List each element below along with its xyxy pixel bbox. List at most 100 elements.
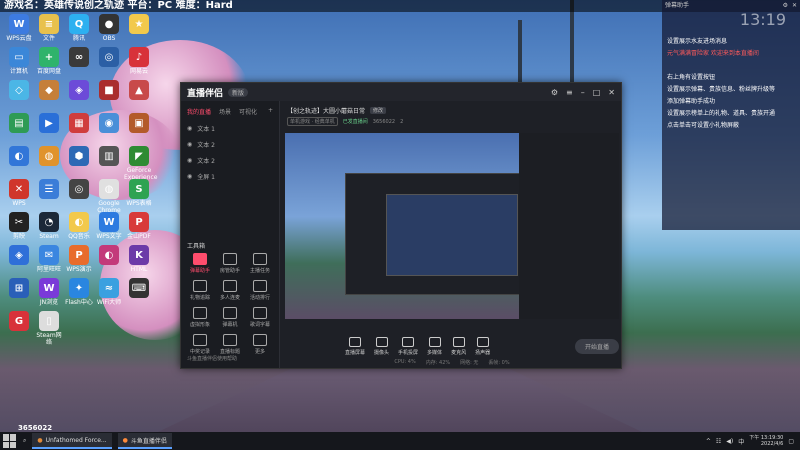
tool-danmaku[interactable]: 弹幕助手 [185, 253, 215, 274]
search-icon[interactable]: ⌕ [23, 437, 26, 445]
desktop-icon[interactable]: ◎ [94, 47, 124, 68]
tab-my-live[interactable]: 我的直播 [187, 107, 211, 116]
desktop-icon[interactable]: ✂ 剪映 [4, 212, 34, 240]
windows-start-icon[interactable] [3, 434, 17, 448]
desktop-icon[interactable]: ☰ [34, 179, 64, 200]
tool-avatar[interactable]: 虚拟形象 [185, 307, 215, 328]
desktop-icon[interactable]: ∞ [64, 47, 94, 68]
desktop-icon[interactable]: ◍ [34, 146, 64, 167]
desktop-icon[interactable]: W WPS云盘 [4, 14, 34, 42]
input-language[interactable]: 中 [738, 437, 744, 446]
desktop-icon[interactable]: ✉ 阿里旺旺 [34, 245, 64, 273]
visibility-icon[interactable]: ◉ [187, 157, 192, 164]
network-icon[interactable]: ☷ [716, 438, 721, 445]
desktop-icon[interactable]: ◎ [64, 179, 94, 200]
tray-expand-icon[interactable]: ^ [706, 438, 711, 445]
desktop-icon[interactable]: ◈ [4, 245, 34, 266]
tab-visual[interactable]: 可视化 [239, 107, 257, 116]
desktop-icon[interactable]: ≡ 文件 [34, 14, 64, 42]
visibility-icon[interactable]: ◉ [187, 173, 192, 180]
desktop-icon[interactable]: ▥ [94, 146, 124, 167]
desktop-icon[interactable]: ● OBS [94, 14, 124, 42]
panel-settings-icon[interactable]: ⚙ [783, 2, 788, 10]
tool-tasks[interactable]: 主播任务 [245, 253, 275, 274]
speaker-button[interactable]: 扬声器 [475, 336, 490, 356]
add-scene-icon[interactable]: + [268, 107, 273, 116]
desktop-icon[interactable]: ▭ 计算机 [4, 47, 34, 75]
tab-scenes[interactable]: 场景 [219, 107, 231, 116]
desktop-icon[interactable]: + 百度网盘 [34, 47, 64, 75]
scene-item[interactable]: ◉ 全屏 1 [181, 168, 279, 184]
streaming-app-window[interactable]: 直播伴侣 新版 ⚙ ≡ – □ ✕ 我的直播 场景 可视化 + ◉ 文本 1 ◉ 文… [180, 82, 622, 369]
desktop-icon[interactable]: ▶ [34, 113, 64, 134]
desktop-icon[interactable]: ▦ [64, 113, 94, 134]
desktop-icon[interactable]: Q 腾讯 [64, 14, 94, 42]
desktop-icon[interactable]: K HTML [124, 245, 154, 273]
desktop-icon[interactable]: ◈ [64, 80, 94, 101]
desktop-icon[interactable]: ◐ [94, 245, 124, 266]
tool-gift-track[interactable]: 礼物追踪 [185, 280, 215, 301]
volume-icon[interactable]: ◀) [726, 438, 733, 445]
scene-item[interactable]: ◉ 文本 2 [181, 136, 279, 152]
chat-preview-panel[interactable] [519, 133, 619, 319]
minimize-icon[interactable]: – [581, 88, 585, 97]
desktop-icon[interactable]: ◉ [94, 113, 124, 134]
media-button[interactable]: 多媒体 [427, 336, 442, 356]
microphone-button[interactable]: 麦克风 [451, 336, 466, 356]
desktop-icon[interactable]: ◤ GeForce Experience [124, 146, 157, 181]
panel-close-icon[interactable]: ✕ [792, 2, 797, 10]
taskbar-item-game[interactable]: ● Unfathomed Force... [32, 433, 112, 449]
desktop-icon[interactable]: ≈ WiFi大师 [94, 278, 124, 306]
tool-title[interactable]: 直播标题 [215, 334, 245, 355]
desktop-icon[interactable]: ◇ [4, 80, 34, 101]
menu-icon[interactable]: ≡ [566, 88, 573, 97]
category-tag[interactable]: 单机游戏 · 经典单机 [287, 117, 338, 126]
desktop-icon[interactable]: ▣ [124, 113, 154, 134]
desktop-icon[interactable]: W JN浏览 [34, 278, 64, 306]
desktop-icon[interactable]: ♪ 网易云 [124, 47, 154, 75]
start-live-button[interactable]: 开始直播 [574, 338, 619, 354]
desktop-icon[interactable]: ◆ [34, 80, 64, 101]
scene-item[interactable]: ◉ 文本 1 [181, 120, 279, 136]
phone-cast-button[interactable]: 手机投屏 [398, 336, 418, 356]
notification-icon[interactable]: ▢ [788, 438, 794, 445]
help-link[interactable]: 斗鱼直播伴侣使用帮助 [187, 355, 237, 362]
tool-lyrics[interactable]: 歌词字幕 [245, 307, 275, 328]
desktop-icon[interactable]: ■ [94, 80, 124, 101]
desktop-icon[interactable]: ⬢ [64, 146, 94, 167]
scene-item[interactable]: ◉ 文本 2 [181, 152, 279, 168]
desktop-icon[interactable]: ▲ [124, 80, 154, 101]
tool-admin[interactable]: 房管助手 [215, 253, 245, 274]
tool-lottery[interactable]: 中奖记录 [185, 334, 215, 355]
desktop-icon[interactable]: G [4, 311, 34, 332]
desktop-icon[interactable]: ⌨ [124, 278, 154, 299]
tool-danmaku-machine[interactable]: 弹幕机 [215, 307, 245, 328]
title-bar[interactable]: 直播伴侣 新版 ⚙ ≡ – □ ✕ [181, 83, 621, 101]
taskbar-clock[interactable]: 下午 13:19:30 2022/4/6 [749, 435, 783, 447]
camera-button[interactable]: 摄像头 [374, 336, 389, 356]
desktop-icon[interactable]: S WPS表格 [124, 179, 154, 207]
tool-ranking[interactable]: 活动排行 [245, 280, 275, 301]
edit-title-button[interactable]: 修改 [370, 107, 387, 114]
desktop-icon[interactable]: ◍ Google Chrome [94, 179, 124, 214]
tool-multi-mic[interactable]: 多人连麦 [215, 280, 245, 301]
close-icon[interactable]: ✕ [608, 88, 615, 97]
desktop-icon[interactable]: P WPS演示 [64, 245, 94, 273]
taskbar-item-streaming[interactable]: ● 斗鱼直播伴侣 [117, 433, 172, 449]
screen-capture-button[interactable]: 直播屏幕 [345, 336, 365, 356]
desktop-icon[interactable]: P 金山PDF [124, 212, 154, 240]
settings-icon[interactable]: ⚙ [551, 88, 558, 97]
visibility-icon[interactable]: ◉ [187, 125, 192, 132]
desktop-icon[interactable]: ◐ QQ音乐 [64, 212, 94, 240]
desktop-icon[interactable]: ◐ [4, 146, 34, 167]
version-badge[interactable]: 新版 [228, 87, 249, 97]
desktop-icon[interactable]: ◔ Steam [34, 212, 64, 240]
desktop-icon[interactable]: ✕ WPS [4, 179, 34, 207]
tool-more[interactable]: 更多 [245, 334, 275, 355]
desktop-icon[interactable]: ★ [124, 14, 154, 35]
visibility-icon[interactable]: ◉ [187, 141, 192, 148]
desktop-icon[interactable]: W WPS文字 [94, 212, 124, 240]
maximize-icon[interactable]: □ [593, 88, 601, 97]
desktop-icon[interactable]: ⊞ [4, 278, 34, 299]
danmaku-panel[interactable]: 弹幕助手 ⚙ ✕ 13:19 设置展示水友进场消息 元气满满冒险家 欢迎来到本直… [662, 0, 800, 230]
